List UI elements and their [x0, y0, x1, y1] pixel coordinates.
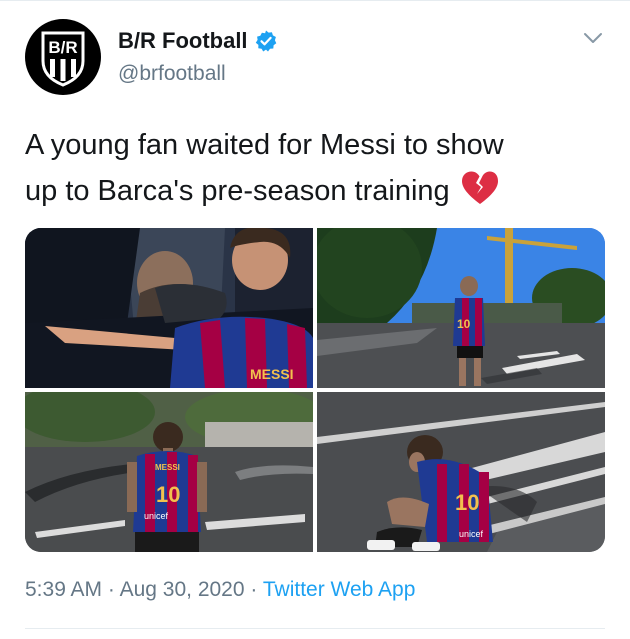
tweet-source-link[interactable]: Twitter Web App [263, 578, 416, 601]
photo-1[interactable]: MESSI [25, 228, 313, 388]
jersey-number-4: 10 [455, 490, 479, 515]
meta-separator-1: · [107, 578, 115, 601]
jersey-number-2: 10 [457, 317, 471, 331]
bottom-divider [25, 628, 605, 629]
tweet-date[interactable]: Aug 30, 2020 [120, 578, 245, 601]
br-logo-icon: B/R [41, 31, 85, 87]
top-divider [0, 0, 630, 1]
broken-heart-icon [461, 171, 498, 205]
author-name-row[interactable]: B/R Football [118, 28, 278, 54]
avatar-text: B/R [48, 38, 77, 57]
tweet-text-line-2-text: up to Barca's pre-season training [25, 175, 450, 207]
media-grid: MESSI 10 10 MESSI unicef 10 unicef [25, 228, 605, 552]
avatar[interactable]: B/R [25, 19, 101, 95]
tweet-text: A young fan waited for Messi to show up … [25, 122, 610, 214]
photo-4[interactable]: 10 unicef [317, 392, 605, 552]
jersey-name-1: MESSI [250, 366, 294, 382]
jersey-name-3: MESSI [155, 463, 180, 472]
tweet-text-line-2: up to Barca's pre-season training [25, 168, 610, 214]
photo-2[interactable]: 10 [317, 228, 605, 388]
photo-3[interactable]: 10 MESSI unicef [25, 392, 313, 552]
author-handle[interactable]: @brfootball [118, 62, 226, 86]
sponsor-3: unicef [144, 511, 169, 521]
sponsor-4: unicef [459, 529, 484, 539]
author-name[interactable]: B/R Football [118, 28, 248, 54]
tweet-meta: 5:39 AM · Aug 30, 2020 · Twitter Web App [25, 578, 415, 602]
verified-badge-icon [255, 30, 276, 52]
tweet-time[interactable]: 5:39 AM [25, 578, 102, 601]
jersey-number-3: 10 [156, 482, 180, 507]
meta-separator-2: · [250, 578, 258, 601]
tweet-text-line-1: A young fan waited for Messi to show [25, 129, 504, 161]
chevron-down-icon[interactable] [582, 30, 604, 46]
